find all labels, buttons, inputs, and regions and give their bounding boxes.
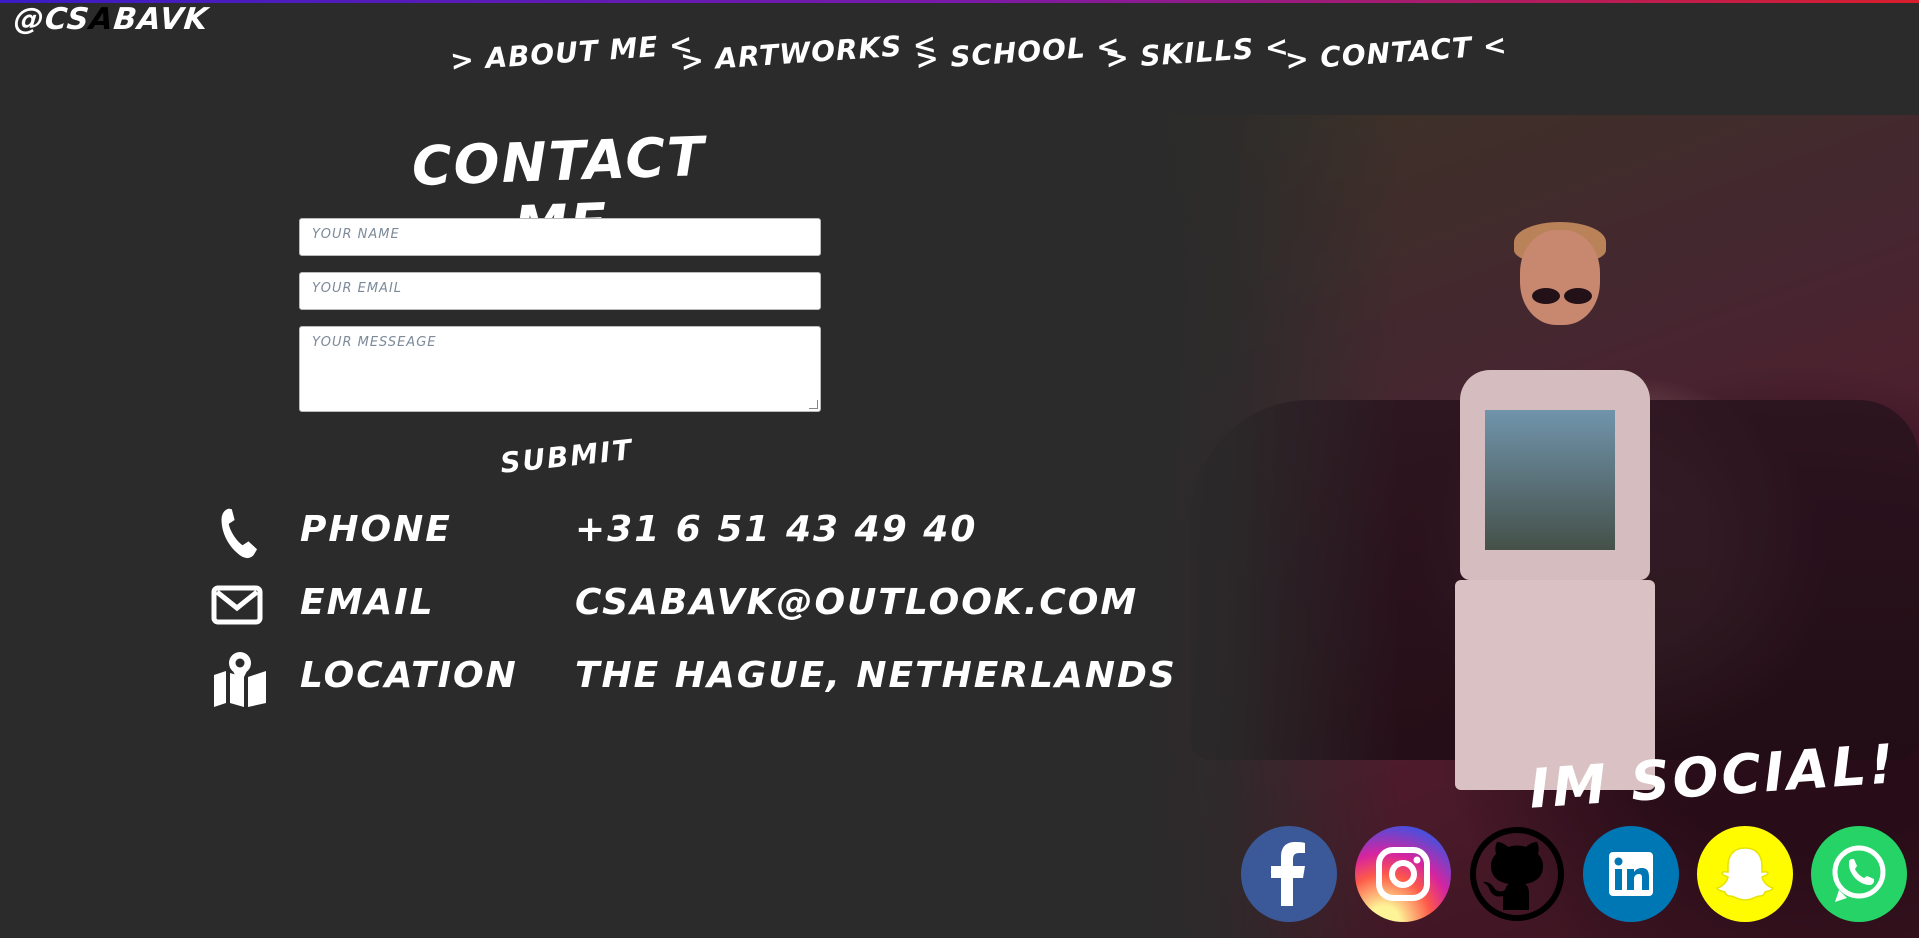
email-input[interactable]: YOUR EMAIL	[299, 272, 821, 310]
location-label: LOCATION	[300, 655, 518, 696]
top-accent-line	[0, 0, 1919, 3]
github-icon[interactable]	[1469, 826, 1565, 922]
whatsapp-icon[interactable]	[1811, 826, 1907, 922]
nav-item-school[interactable]: > SCHOOL <	[914, 29, 1122, 76]
phone-row: PHONE +31 6 51 43 49 40	[210, 505, 1070, 565]
logo-suffix: BAVK	[111, 2, 211, 37]
phone-value[interactable]: +31 6 51 43 49 40	[575, 509, 977, 550]
instagram-icon[interactable]	[1355, 826, 1451, 922]
map-location-icon	[210, 651, 270, 707]
message-placeholder: YOUR MESSEAGE	[312, 335, 437, 350]
snapchat-icon[interactable]	[1697, 826, 1793, 922]
nav-item-contact[interactable]: > CONTACT <	[1284, 28, 1508, 76]
facebook-icon[interactable]	[1241, 826, 1337, 922]
phone-label: PHONE	[300, 509, 452, 550]
textarea-resize-handle[interactable]	[809, 400, 818, 409]
location-row: LOCATION THE HAGUE, NETHERLANDS	[210, 651, 1175, 711]
hero-fade	[1140, 115, 1400, 938]
phone-icon	[210, 505, 270, 561]
nav-item-about-me[interactable]: > ABOUT ME <	[449, 28, 695, 78]
linkedin-icon[interactable]	[1583, 826, 1679, 922]
email-label: EMAIL	[300, 582, 435, 623]
email-row: EMAIL CSABAVK@OUTLOOK.COM	[210, 578, 1136, 638]
submit-button[interactable]: SUBMIT	[499, 433, 635, 480]
name-placeholder: YOUR NAME	[312, 227, 400, 242]
message-textarea[interactable]: YOUR MESSEAGE	[299, 326, 821, 412]
location-value: THE HAGUE, NETHERLANDS	[575, 655, 1177, 696]
email-icon	[210, 578, 270, 634]
email-placeholder: YOUR EMAIL	[312, 281, 403, 296]
site-logo[interactable]: @CSABAVK	[12, 2, 210, 37]
main-nav: > ABOUT ME < > ARTWORKS < > SCHOOL < > S…	[449, 22, 1508, 82]
nav-item-skills[interactable]: > SKILLS <	[1104, 30, 1290, 76]
name-input[interactable]: YOUR NAME	[299, 218, 821, 256]
social-links	[1241, 826, 1911, 922]
nav-item-artworks[interactable]: > ARTWORKS <	[679, 27, 938, 78]
logo-prefix: @CS	[12, 2, 92, 37]
email-value[interactable]: CSABAVK@OUTLOOK.COM	[575, 582, 1138, 623]
